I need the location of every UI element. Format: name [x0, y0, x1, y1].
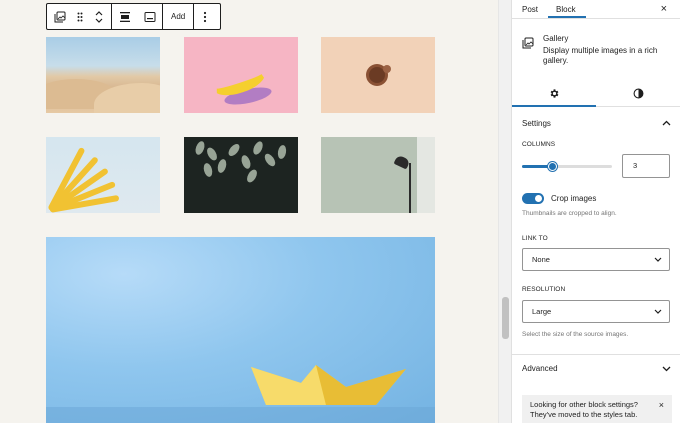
- block-description: Display multiple images in a rich galler…: [543, 46, 658, 65]
- crop-images-help: Thumbnails are cropped to align.: [522, 210, 617, 217]
- canvas-scrollbar[interactable]: [498, 0, 511, 423]
- drag-handle-icon[interactable]: [73, 4, 87, 29]
- active-tab-indicator: [548, 16, 586, 18]
- gallery-icon[interactable]: [47, 4, 73, 29]
- scrollbar-thumb[interactable]: [502, 297, 509, 339]
- toolbar-group-block: [47, 4, 112, 29]
- link-to-select[interactable]: None: [522, 248, 670, 271]
- resolution-select[interactable]: Large: [522, 300, 670, 323]
- close-icon[interactable]: ×: [661, 3, 667, 15]
- notice-close-icon[interactable]: ×: [659, 400, 664, 410]
- tab-settings[interactable]: [512, 80, 596, 107]
- toolbar-group-format: [112, 4, 163, 29]
- settings-sidebar: Post Block × Gallery Display multiple im…: [511, 0, 680, 423]
- columns-slider[interactable]: [522, 162, 612, 171]
- styles-tab-notice: Looking for other block settings? They'v…: [522, 395, 672, 423]
- toolbar-group-add: Add: [163, 4, 195, 29]
- gallery-image-coffee[interactable]: [321, 37, 435, 113]
- toolbar-group-more: [194, 4, 216, 29]
- gallery-image-banana[interactable]: [184, 37, 298, 113]
- crop-images-label: Crop images: [551, 194, 597, 203]
- tab-block[interactable]: Block: [556, 5, 576, 14]
- columns-slider-handle[interactable]: [547, 162, 557, 171]
- settings-panel-header[interactable]: Settings: [512, 109, 680, 137]
- resolution-value: Large: [532, 307, 552, 316]
- columns-label: COLUMNS: [522, 141, 556, 148]
- chevron-down-icon: [654, 249, 662, 278]
- resolution-label: RESOLUTION: [522, 286, 566, 293]
- settings-heading: Settings: [522, 118, 551, 128]
- crop-images-toggle[interactable]: [522, 193, 544, 204]
- tab-styles[interactable]: [596, 80, 680, 107]
- paper-boat-illustration: [46, 365, 435, 423]
- editor-canvas: Add: [0, 0, 498, 423]
- gear-icon: [550, 89, 558, 98]
- active-subtab-indicator: [512, 105, 596, 107]
- move-buttons: [87, 4, 111, 29]
- advanced-heading: Advanced: [522, 364, 558, 373]
- move-up-icon[interactable]: [94, 10, 104, 17]
- link-to-label: LINK TO: [522, 235, 548, 242]
- gallery-image-paper-boat[interactable]: [46, 237, 435, 423]
- block-toolbar: Add: [46, 3, 221, 30]
- tab-post[interactable]: Post: [522, 5, 538, 14]
- move-down-icon[interactable]: [94, 17, 104, 24]
- gallery-image-desert[interactable]: [46, 37, 160, 113]
- chevron-up-icon: [662, 120, 671, 126]
- chevron-down-icon: [654, 301, 662, 330]
- align-icon[interactable]: [112, 4, 138, 29]
- resolution-help: Select the size of the source images.: [522, 331, 629, 338]
- add-button[interactable]: Add: [163, 4, 193, 29]
- more-options-icon[interactable]: [194, 4, 216, 29]
- gallery-block-icon: [522, 37, 534, 51]
- sidebar-tabs: Post Block ×: [512, 0, 680, 19]
- block-card: Gallery Display multiple images in a ric…: [522, 33, 672, 73]
- block-name: Gallery: [543, 34, 569, 43]
- chevron-down-icon: [662, 366, 671, 371]
- inspector-subtabs: [512, 80, 680, 107]
- link-to-value: None: [532, 255, 550, 264]
- advanced-panel-header[interactable]: Advanced: [512, 354, 680, 382]
- styles-icon: [633, 88, 643, 99]
- gallery-image-plant[interactable]: [184, 137, 298, 213]
- caption-icon[interactable]: [138, 4, 162, 29]
- gallery-image-yellow-leaf[interactable]: [46, 137, 160, 213]
- gallery-image-lamp[interactable]: [321, 137, 435, 213]
- notice-text: Looking for other block settings? They'v…: [530, 400, 638, 419]
- columns-input[interactable]: 3: [622, 154, 670, 178]
